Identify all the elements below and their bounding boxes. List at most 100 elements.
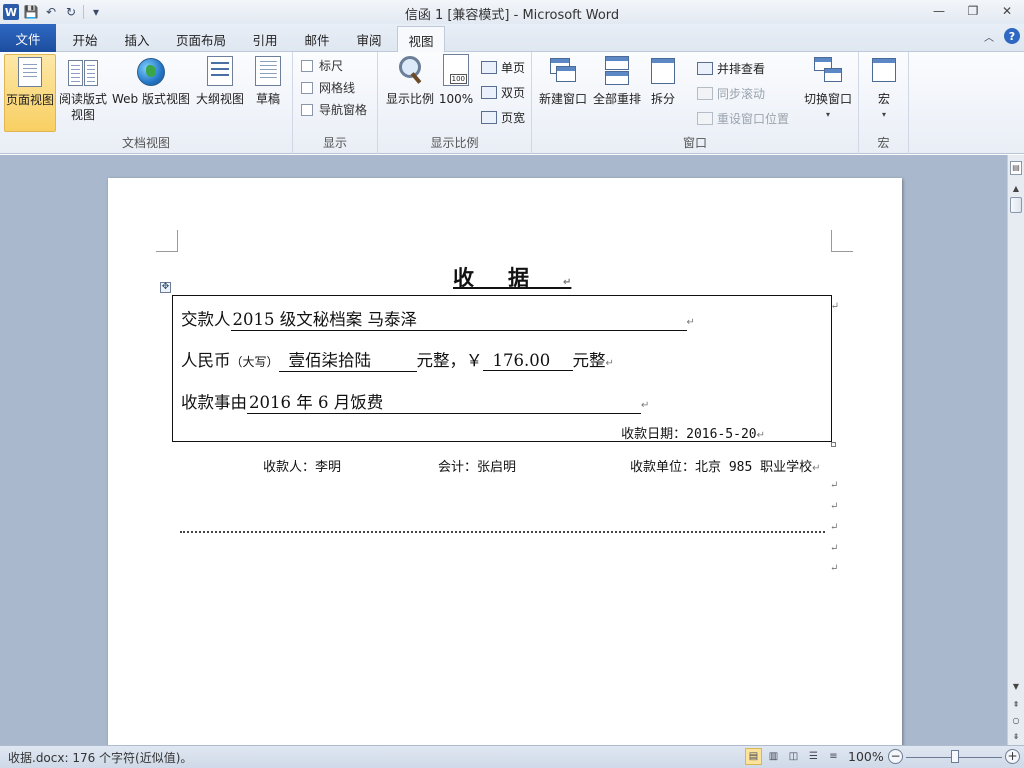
- receipt-table[interactable]: 交款人 2015 级文秘档案 马泰泽 ↵ 人民币 （大写） 壹佰柒拾陆 元整，￥…: [172, 295, 839, 447]
- table-move-handle-icon[interactable]: ✥: [160, 282, 171, 293]
- help-icon[interactable]: ?: [1004, 28, 1020, 44]
- zoom-icon: [395, 54, 425, 88]
- one-page-icon: [481, 61, 497, 74]
- ruler-checkbox[interactable]: [301, 59, 313, 72]
- navigation-pane-checkbox[interactable]: [301, 103, 313, 116]
- new-window-button[interactable]: 新建窗口: [536, 54, 590, 107]
- paragraph-mark: ↵: [830, 480, 839, 491]
- undo-icon[interactable]: ↶: [43, 4, 59, 20]
- web-view-icon[interactable]: ◫: [785, 748, 802, 765]
- tab-mailings[interactable]: 邮件: [292, 26, 342, 52]
- synchronous-scrolling-button[interactable]: 同步滚动: [697, 85, 765, 102]
- tab-file[interactable]: 文件: [0, 24, 56, 52]
- group-label-show: 显示: [322, 136, 347, 150]
- tab-page-layout[interactable]: 页面布局: [166, 26, 236, 52]
- redo-icon[interactable]: ↻: [63, 4, 79, 20]
- minimize-ribbon-icon[interactable]: ︿: [984, 29, 994, 44]
- reason-line: 收款事由 2016 年 6 月饭费 ↵: [181, 389, 649, 414]
- switch-windows-caret-icon: ▾: [825, 110, 830, 119]
- reason-value: 2016 年 6 月饭费: [247, 389, 641, 414]
- draft-button[interactable]: 草稿: [250, 54, 286, 107]
- group-document-views: 页面视图 阅读版式视图 Web 版式视图 大纲视图 草稿 文档视图: [0, 52, 293, 154]
- group-label-window: 窗口: [682, 136, 707, 150]
- minimize-button[interactable]: —: [922, 0, 956, 22]
- next-page-icon[interactable]: ⇟: [1009, 729, 1023, 743]
- zoom-in-icon[interactable]: +: [1005, 749, 1020, 764]
- outline-button[interactable]: 大纲视图: [194, 54, 246, 107]
- tab-insert[interactable]: 插入: [112, 26, 162, 52]
- save-icon[interactable]: 💾: [23, 4, 39, 20]
- close-button[interactable]: ✕: [990, 0, 1024, 22]
- reading-layout-icon: [68, 60, 98, 86]
- tab-references[interactable]: 引用: [240, 26, 290, 52]
- title-bar: W 💾 ↶ ↻ ▾ 信函 1 [兼容模式] - Microsoft Word —…: [0, 0, 1024, 24]
- view-ruler-icon[interactable]: ▤: [1010, 161, 1022, 175]
- document-workspace: 收据↵ ✥ 交款人 2015 级文秘档案 马泰泽 ↵ 人民币 （大写） 壹佰柒拾…: [0, 155, 1007, 745]
- reading-view-icon[interactable]: ▥: [765, 748, 782, 765]
- document-page[interactable]: 收据↵ ✥ 交款人 2015 级文秘档案 马泰泽 ↵ 人民币 （大写） 壹佰柒拾…: [108, 178, 902, 745]
- print-layout-button[interactable]: 页面视图: [4, 54, 56, 132]
- outline-view-icon[interactable]: ☰: [805, 748, 822, 765]
- draft-icon: [255, 56, 281, 86]
- scroll-down-icon[interactable]: ▼: [1009, 679, 1023, 693]
- group-show: 标尺 网格线 导航窗格 显示: [293, 52, 378, 154]
- word-count-status[interactable]: 收据.docx: 176 个字符(近似值)。: [0, 749, 192, 766]
- zoom-button[interactable]: 显示比例: [384, 54, 436, 107]
- macros-icon: [869, 54, 899, 88]
- ruler-checkbox-row[interactable]: 标尺: [301, 57, 343, 74]
- reset-window-position-button[interactable]: 重设窗口位置: [697, 110, 789, 127]
- macros-caret-icon: ▾: [881, 110, 886, 119]
- gridlines-checkbox-row[interactable]: 网格线: [301, 79, 355, 96]
- amount-line: 人民币 （大写） 壹佰柒拾陆 元整，￥ 176.00 元整 ↵: [181, 347, 614, 372]
- web-layout-button[interactable]: Web 版式视图: [110, 54, 192, 107]
- switch-windows-button[interactable]: 切换窗口 ▾: [800, 54, 856, 123]
- tab-review[interactable]: 审阅: [344, 26, 394, 52]
- accountant-signature: 会计：张启明: [438, 460, 517, 475]
- view-side-by-side-button[interactable]: 并排查看: [697, 60, 765, 77]
- navigation-pane-checkbox-row[interactable]: 导航窗格: [301, 101, 367, 118]
- full-screen-reading-button[interactable]: 阅读版式视图: [58, 54, 108, 123]
- zoom-100-button[interactable]: 100 100%: [438, 54, 474, 107]
- page-width-icon: [481, 111, 497, 124]
- arrange-all-icon: [602, 54, 632, 88]
- receiving-unit: 收款单位：北京 985 职业学校↵: [630, 460, 821, 475]
- scroll-up-icon[interactable]: ▲: [1009, 181, 1023, 195]
- receipt-title: 收据↵: [453, 265, 572, 290]
- two-pages-button[interactable]: 双页: [481, 84, 525, 101]
- restore-button[interactable]: ❐: [956, 0, 990, 22]
- split-button[interactable]: 拆分: [646, 54, 680, 107]
- group-label-macros: 宏: [877, 136, 890, 150]
- payee-signature: 收款人：李明: [263, 460, 342, 475]
- switch-windows-icon: [813, 54, 843, 88]
- vertical-scrollbar[interactable]: ▤ ▲ ▼ ⇞ ○ ⇟: [1007, 155, 1024, 745]
- ribbon: 页面视图 阅读版式视图 Web 版式视图 大纲视图 草稿 文档视图 标尺 网格线: [0, 52, 1024, 154]
- gridlines-checkbox[interactable]: [301, 81, 313, 94]
- sync-scroll-icon: [697, 87, 713, 100]
- one-page-button[interactable]: 单页: [481, 59, 525, 76]
- browse-object-icon[interactable]: ○: [1009, 713, 1023, 727]
- zoom-out-icon[interactable]: −: [888, 749, 903, 764]
- page-width-button[interactable]: 页宽: [481, 109, 525, 126]
- macros-button[interactable]: 宏 ▾: [867, 54, 901, 123]
- paragraph-mark: ↵: [830, 522, 839, 533]
- split-icon: [648, 54, 678, 88]
- tab-view[interactable]: 视图: [397, 26, 445, 53]
- zoom-level[interactable]: 100%: [848, 749, 884, 764]
- amount-number-value: 176.00: [482, 351, 573, 371]
- zoom-100-icon: 100: [443, 54, 469, 86]
- paragraph-mark: ↵: [830, 501, 839, 512]
- arrange-all-button[interactable]: 全部重排: [592, 54, 642, 107]
- window-title: 信函 1 [兼容模式] - Microsoft Word: [404, 8, 620, 23]
- draft-view-icon[interactable]: ≡: [825, 748, 842, 765]
- customize-qa-icon[interactable]: ▾: [88, 4, 104, 20]
- status-bar: 收据.docx: 176 个字符(近似值)。 ▤ ▥ ◫ ☰ ≡ 100% − …: [0, 745, 1024, 768]
- zoom-slider-thumb[interactable]: [951, 750, 959, 763]
- previous-page-icon[interactable]: ⇞: [1009, 697, 1023, 711]
- ribbon-tabs: 文件 开始 插入 页面布局 引用 邮件 审阅 视图 ︿ ?: [0, 24, 1024, 53]
- paragraph-mark: ↵: [830, 543, 839, 554]
- word-logo-icon[interactable]: W: [3, 4, 19, 20]
- scroll-thumb[interactable]: [1010, 197, 1022, 213]
- print-layout-view-icon[interactable]: ▤: [745, 748, 762, 765]
- tab-home[interactable]: 开始: [60, 26, 110, 52]
- table-resize-handle[interactable]: [831, 442, 836, 447]
